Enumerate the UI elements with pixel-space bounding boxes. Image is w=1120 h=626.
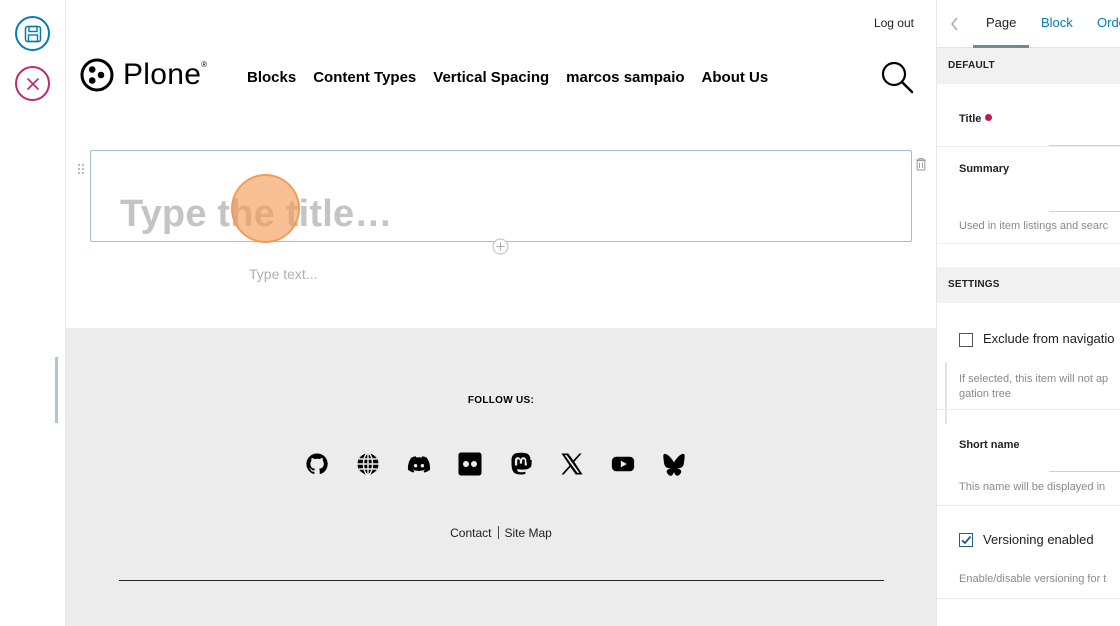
field-divider (937, 505, 1120, 506)
editor-screen: Log out Plone® Blocks Content Types Vert… (0, 0, 1120, 626)
summary-help: Used in item listings and searc (959, 220, 1109, 232)
search-icon (881, 61, 914, 94)
drag-handle-icon[interactable] (76, 162, 86, 176)
github-icon[interactable] (305, 452, 329, 476)
logout-link[interactable]: Log out (874, 16, 914, 30)
site-logo[interactable]: Plone® (80, 58, 207, 92)
title-field-label: Title (959, 113, 993, 125)
save-button[interactable] (15, 16, 50, 51)
site-map-link[interactable]: Site Map (505, 526, 552, 540)
nav-item-marcos-sampaio[interactable]: marcos sampaio (566, 69, 684, 86)
close-icon (26, 77, 39, 90)
plone-logo-icon (80, 58, 114, 92)
exclude-from-nav-label[interactable]: Exclude from navigatio (983, 331, 1115, 346)
short-name-input[interactable] (1049, 471, 1120, 472)
add-block-icon[interactable] (492, 238, 509, 255)
mastodon-icon[interactable] (509, 452, 533, 476)
summary-input[interactable] (1049, 211, 1120, 212)
field-divider (937, 243, 1120, 244)
footer-links: Contact Site Map (66, 526, 936, 540)
flickr-icon[interactable] (458, 452, 482, 476)
tab-order[interactable]: Orde (1097, 15, 1120, 30)
section-settings-header[interactable]: SETTINGS (937, 267, 1120, 303)
versioning-checkbox[interactable] (959, 533, 973, 547)
footer-divider (119, 580, 884, 581)
site-footer: FOLLOW US: Contact Site Map (66, 328, 936, 626)
short-name-help: This name will be displayed in (959, 481, 1106, 493)
follow-us-label: FOLLOW US: (467, 395, 535, 406)
contact-link[interactable]: Contact (450, 526, 491, 540)
exclude-help-line1: If selected, this item will not ap (959, 373, 1109, 385)
title-block[interactable]: Type the title… (90, 150, 912, 242)
edit-toolbar (0, 0, 66, 626)
help-bar (945, 362, 947, 424)
tab-block[interactable]: Block (1041, 15, 1073, 30)
text-placeholder[interactable]: Type text... (249, 266, 317, 282)
field-divider (937, 146, 1120, 147)
properties-sidebar: Page Block Orde DEFAULT Title Summary Us… (936, 0, 1120, 626)
discord-icon[interactable] (407, 452, 431, 476)
nav-item-blocks[interactable]: Blocks (247, 69, 296, 86)
click-indicator (231, 174, 300, 243)
sidebar-tabs: Page Block Orde (937, 0, 1120, 48)
field-divider (937, 409, 1120, 410)
required-indicator (985, 114, 993, 121)
nav-item-vertical-spacing[interactable]: Vertical Spacing (433, 69, 549, 86)
save-icon (24, 25, 41, 42)
exclude-from-nav-checkbox[interactable] (959, 333, 973, 347)
section-default-header[interactable]: DEFAULT (937, 48, 1120, 84)
short-name-label: Short name (959, 439, 1020, 451)
nav-item-about-us[interactable]: About Us (702, 69, 769, 86)
versioning-label[interactable]: Versioning enabled (983, 532, 1094, 547)
footer-link-separator (497, 526, 499, 539)
search-button[interactable] (880, 60, 914, 94)
summary-field-label: Summary (959, 163, 1010, 175)
scroll-indicator[interactable] (55, 357, 58, 423)
checkmark-icon (961, 535, 972, 545)
chevron-left-icon[interactable] (949, 16, 959, 32)
logo-text: Plone® (123, 58, 208, 91)
youtube-icon[interactable] (611, 452, 635, 476)
exclude-help-line2: gation tree (959, 388, 1011, 400)
x-icon[interactable] (560, 452, 584, 476)
tab-page[interactable]: Page (986, 15, 1016, 30)
trash-icon[interactable] (915, 157, 927, 171)
main-content: Log out Plone® Blocks Content Types Vert… (66, 0, 936, 626)
main-nav: Blocks Content Types Vertical Spacing ma… (247, 69, 768, 86)
versioning-help: Enable/disable versioning for t (959, 573, 1107, 585)
bluesky-icon[interactable] (662, 452, 686, 476)
globe-icon[interactable] (356, 452, 380, 476)
cancel-button[interactable] (15, 66, 50, 101)
nav-item-content-types[interactable]: Content Types (313, 69, 416, 86)
social-links (305, 452, 686, 476)
field-divider (937, 598, 1120, 599)
